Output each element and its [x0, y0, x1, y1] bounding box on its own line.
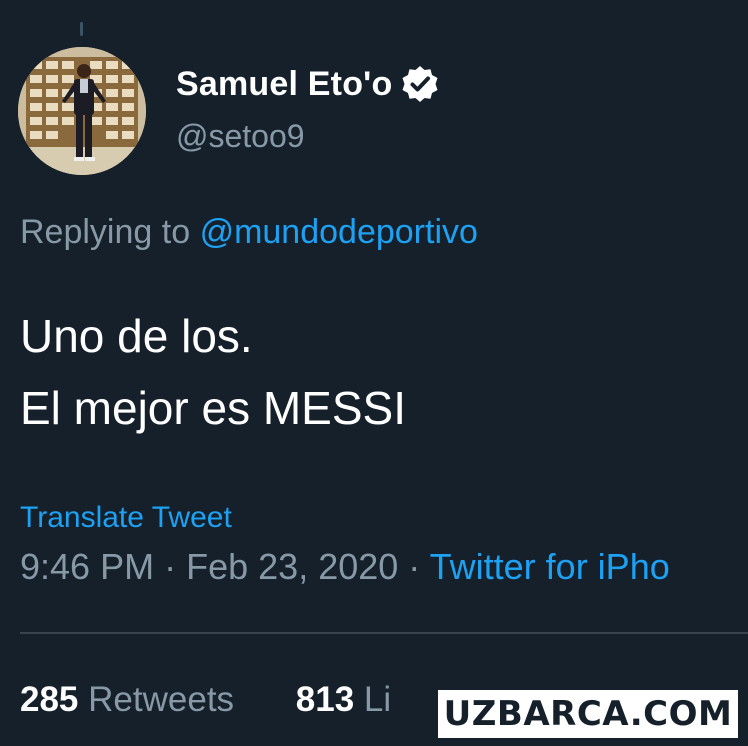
retweets-count: 285 — [20, 680, 79, 719]
tweet-stats-row: 285 Retweets 813 Li — [20, 680, 391, 720]
retweets-stat[interactable]: 285 Retweets — [20, 680, 234, 720]
replying-to-prefix: Replying to — [20, 213, 191, 251]
likes-label: Li — [363, 680, 392, 719]
avatar-photo — [18, 47, 146, 175]
tweet-meta-row: 9:46 PM · Feb 23, 2020 · Twitter for iPh… — [20, 546, 670, 588]
verified-badge-icon — [402, 66, 438, 102]
meta-separator: · — [408, 546, 421, 587]
meta-separator: · — [164, 546, 177, 587]
author-handle[interactable]: @setoo9 — [176, 118, 305, 155]
watermark-logo: UZBARCA.COM — [438, 690, 738, 738]
likes-stat[interactable]: 813 Li — [296, 680, 391, 720]
divider — [20, 632, 748, 634]
retweets-label: Retweets — [88, 680, 235, 719]
replying-to-row: Replying to @mundodeportivo — [20, 213, 478, 252]
tweet-time[interactable]: 9:46 PM — [20, 546, 154, 587]
tweet-source-link[interactable]: Twitter for iPho — [430, 546, 670, 587]
tweet-date[interactable]: Feb 23, 2020 — [186, 546, 398, 587]
tweet-text-line: El mejor es MESSI — [20, 382, 406, 434]
replying-to-mention-link[interactable]: @mundodeportivo — [200, 213, 478, 251]
tweet-text: Uno de los. El mejor es MESSI — [20, 300, 406, 444]
tweet-text-line: Uno de los. — [20, 310, 253, 362]
translate-tweet-link[interactable]: Translate Tweet — [20, 501, 232, 535]
author-name-row[interactable]: Samuel Eto'o — [176, 64, 440, 104]
thread-connector-line — [80, 22, 83, 36]
likes-count: 813 — [295, 680, 355, 719]
author-display-name[interactable]: Samuel Eto'o — [176, 65, 392, 104]
avatar[interactable] — [18, 47, 146, 175]
